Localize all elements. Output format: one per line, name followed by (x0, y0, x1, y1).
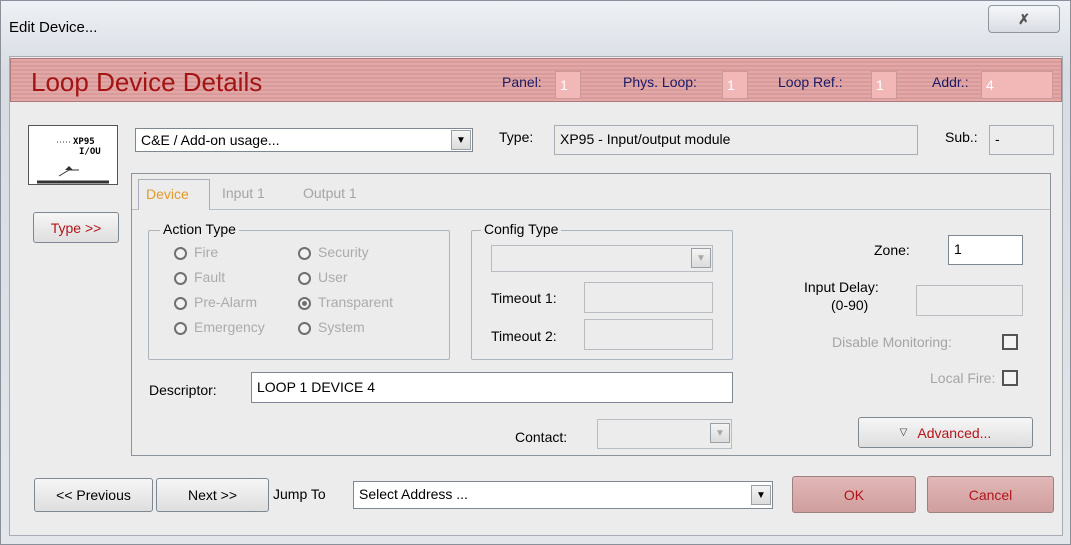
device-image-code: XP95 (73, 137, 95, 147)
timeout-2-label: Timeout 2: (491, 328, 557, 344)
disable-monitoring-checkbox[interactable] (1002, 334, 1018, 350)
page-title: Loop Device Details (31, 67, 263, 97)
jump-to-dropdown-button[interactable]: ▼ (751, 485, 771, 505)
jump-to-select[interactable]: Select Address ... ▼ (353, 481, 773, 509)
timeout-2-field[interactable] (584, 319, 713, 350)
tab-input-1[interactable]: Input 1 (222, 185, 265, 201)
close-icon: ✗ (1018, 10, 1030, 27)
input-delay-field[interactable] (916, 285, 1023, 316)
contact-label: Contact: (515, 429, 568, 445)
previous-button[interactable]: << Previous (34, 478, 153, 512)
radio-transparent-label: Transparent (318, 294, 393, 310)
usage-dropdown-button[interactable]: ▼ (451, 130, 471, 150)
contact-select[interactable]: ▼ (597, 419, 732, 449)
tab-device[interactable]: Device (138, 179, 210, 210)
radio-emergency-label: Emergency (194, 319, 265, 335)
zone-label: Zone: (874, 242, 910, 258)
type-field: XP95 - Input/output module (554, 125, 918, 155)
radio-fault[interactable] (174, 272, 187, 285)
chevron-down-icon: ▼ (715, 427, 725, 439)
radio-transparent[interactable] (298, 297, 311, 310)
sub-label: Sub.: (945, 129, 978, 145)
disable-monitoring-label: Disable Monitoring: (832, 334, 952, 350)
sub-field: - (989, 125, 1054, 155)
device-type-image: XP95 I/OU (28, 125, 118, 185)
config-type-dropdown-button[interactable]: ▼ (691, 248, 711, 268)
ok-button[interactable]: OK (792, 476, 916, 513)
panel-value: 1 (555, 71, 581, 99)
advanced-button[interactable]: ▽ Advanced... (858, 417, 1033, 448)
tab-divider (132, 209, 1050, 210)
radio-user-label: User (318, 269, 348, 285)
device-symbol-icon: XP95 I/OU (37, 137, 109, 184)
descriptor-input[interactable]: LOOP 1 DEVICE 4 (251, 372, 733, 403)
addr-value: 4 (981, 71, 1053, 99)
radio-system-label: System (318, 319, 365, 335)
jump-to-value: Select Address ... (359, 486, 468, 502)
phys-loop-value: 1 (722, 71, 748, 99)
radio-security-label: Security (318, 244, 369, 260)
chevron-down-icon: ▼ (756, 489, 766, 501)
radio-emergency[interactable] (174, 322, 187, 335)
type-button[interactable]: Type >> (33, 212, 119, 243)
title-bar: Edit Device... ✗ (1, 1, 1070, 53)
window-title: Edit Device... (9, 19, 98, 36)
triangle-down-icon: ▽ (899, 427, 908, 438)
timeout-1-field[interactable] (584, 282, 713, 313)
next-button[interactable]: Next >> (156, 478, 269, 512)
radio-user[interactable] (298, 272, 311, 285)
config-type-select[interactable]: ▼ (491, 245, 713, 272)
input-delay-label: Input Delay: (804, 279, 879, 295)
local-fire-label: Local Fire: (930, 370, 996, 386)
panel-label: Panel: (502, 74, 542, 90)
chevron-down-icon: ▼ (696, 252, 706, 264)
edit-device-window: Edit Device... ✗ Loop Device Details Pan… (0, 0, 1071, 545)
loop-ref-value: 1 (871, 71, 897, 99)
addr-label: Addr.: (932, 74, 969, 90)
radio-fire[interactable] (174, 247, 187, 260)
zone-input[interactable]: 1 (948, 235, 1023, 265)
loop-ref-label: Loop Ref.: (778, 74, 843, 90)
usage-select-value: C&E / Add-on usage... (141, 132, 280, 148)
tab-output-1[interactable]: Output 1 (303, 185, 357, 201)
local-fire-checkbox[interactable] (1002, 370, 1018, 386)
radio-pre-alarm[interactable] (174, 297, 187, 310)
device-image-subcode: I/OU (79, 147, 101, 157)
radio-system[interactable] (298, 322, 311, 335)
input-delay-range: (0-90) (831, 297, 869, 313)
cancel-button[interactable]: Cancel (927, 476, 1054, 513)
contact-dropdown-button[interactable]: ▼ (710, 423, 730, 443)
radio-fault-label: Fault (194, 269, 226, 285)
type-label: Type: (499, 129, 534, 145)
close-button[interactable]: ✗ (988, 5, 1060, 33)
descriptor-label: Descriptor: (149, 382, 217, 398)
action-type-title: Action Type (160, 221, 239, 237)
jump-to-label: Jump To (273, 486, 326, 502)
loop-device-header: Loop Device Details Panel: 1 Phys. Loop:… (10, 58, 1062, 102)
timeout-1-label: Timeout 1: (491, 290, 557, 306)
radio-pre-alarm-label: Pre-Alarm (194, 294, 258, 310)
advanced-button-label: Advanced... (917, 424, 992, 441)
phys-loop-label: Phys. Loop: (623, 74, 697, 90)
usage-select[interactable]: C&E / Add-on usage... ▼ (135, 128, 473, 152)
chevron-down-icon: ▼ (456, 134, 466, 146)
radio-fire-label: Fire (194, 244, 219, 260)
config-type-title: Config Type (481, 221, 562, 237)
radio-security[interactable] (298, 247, 311, 260)
